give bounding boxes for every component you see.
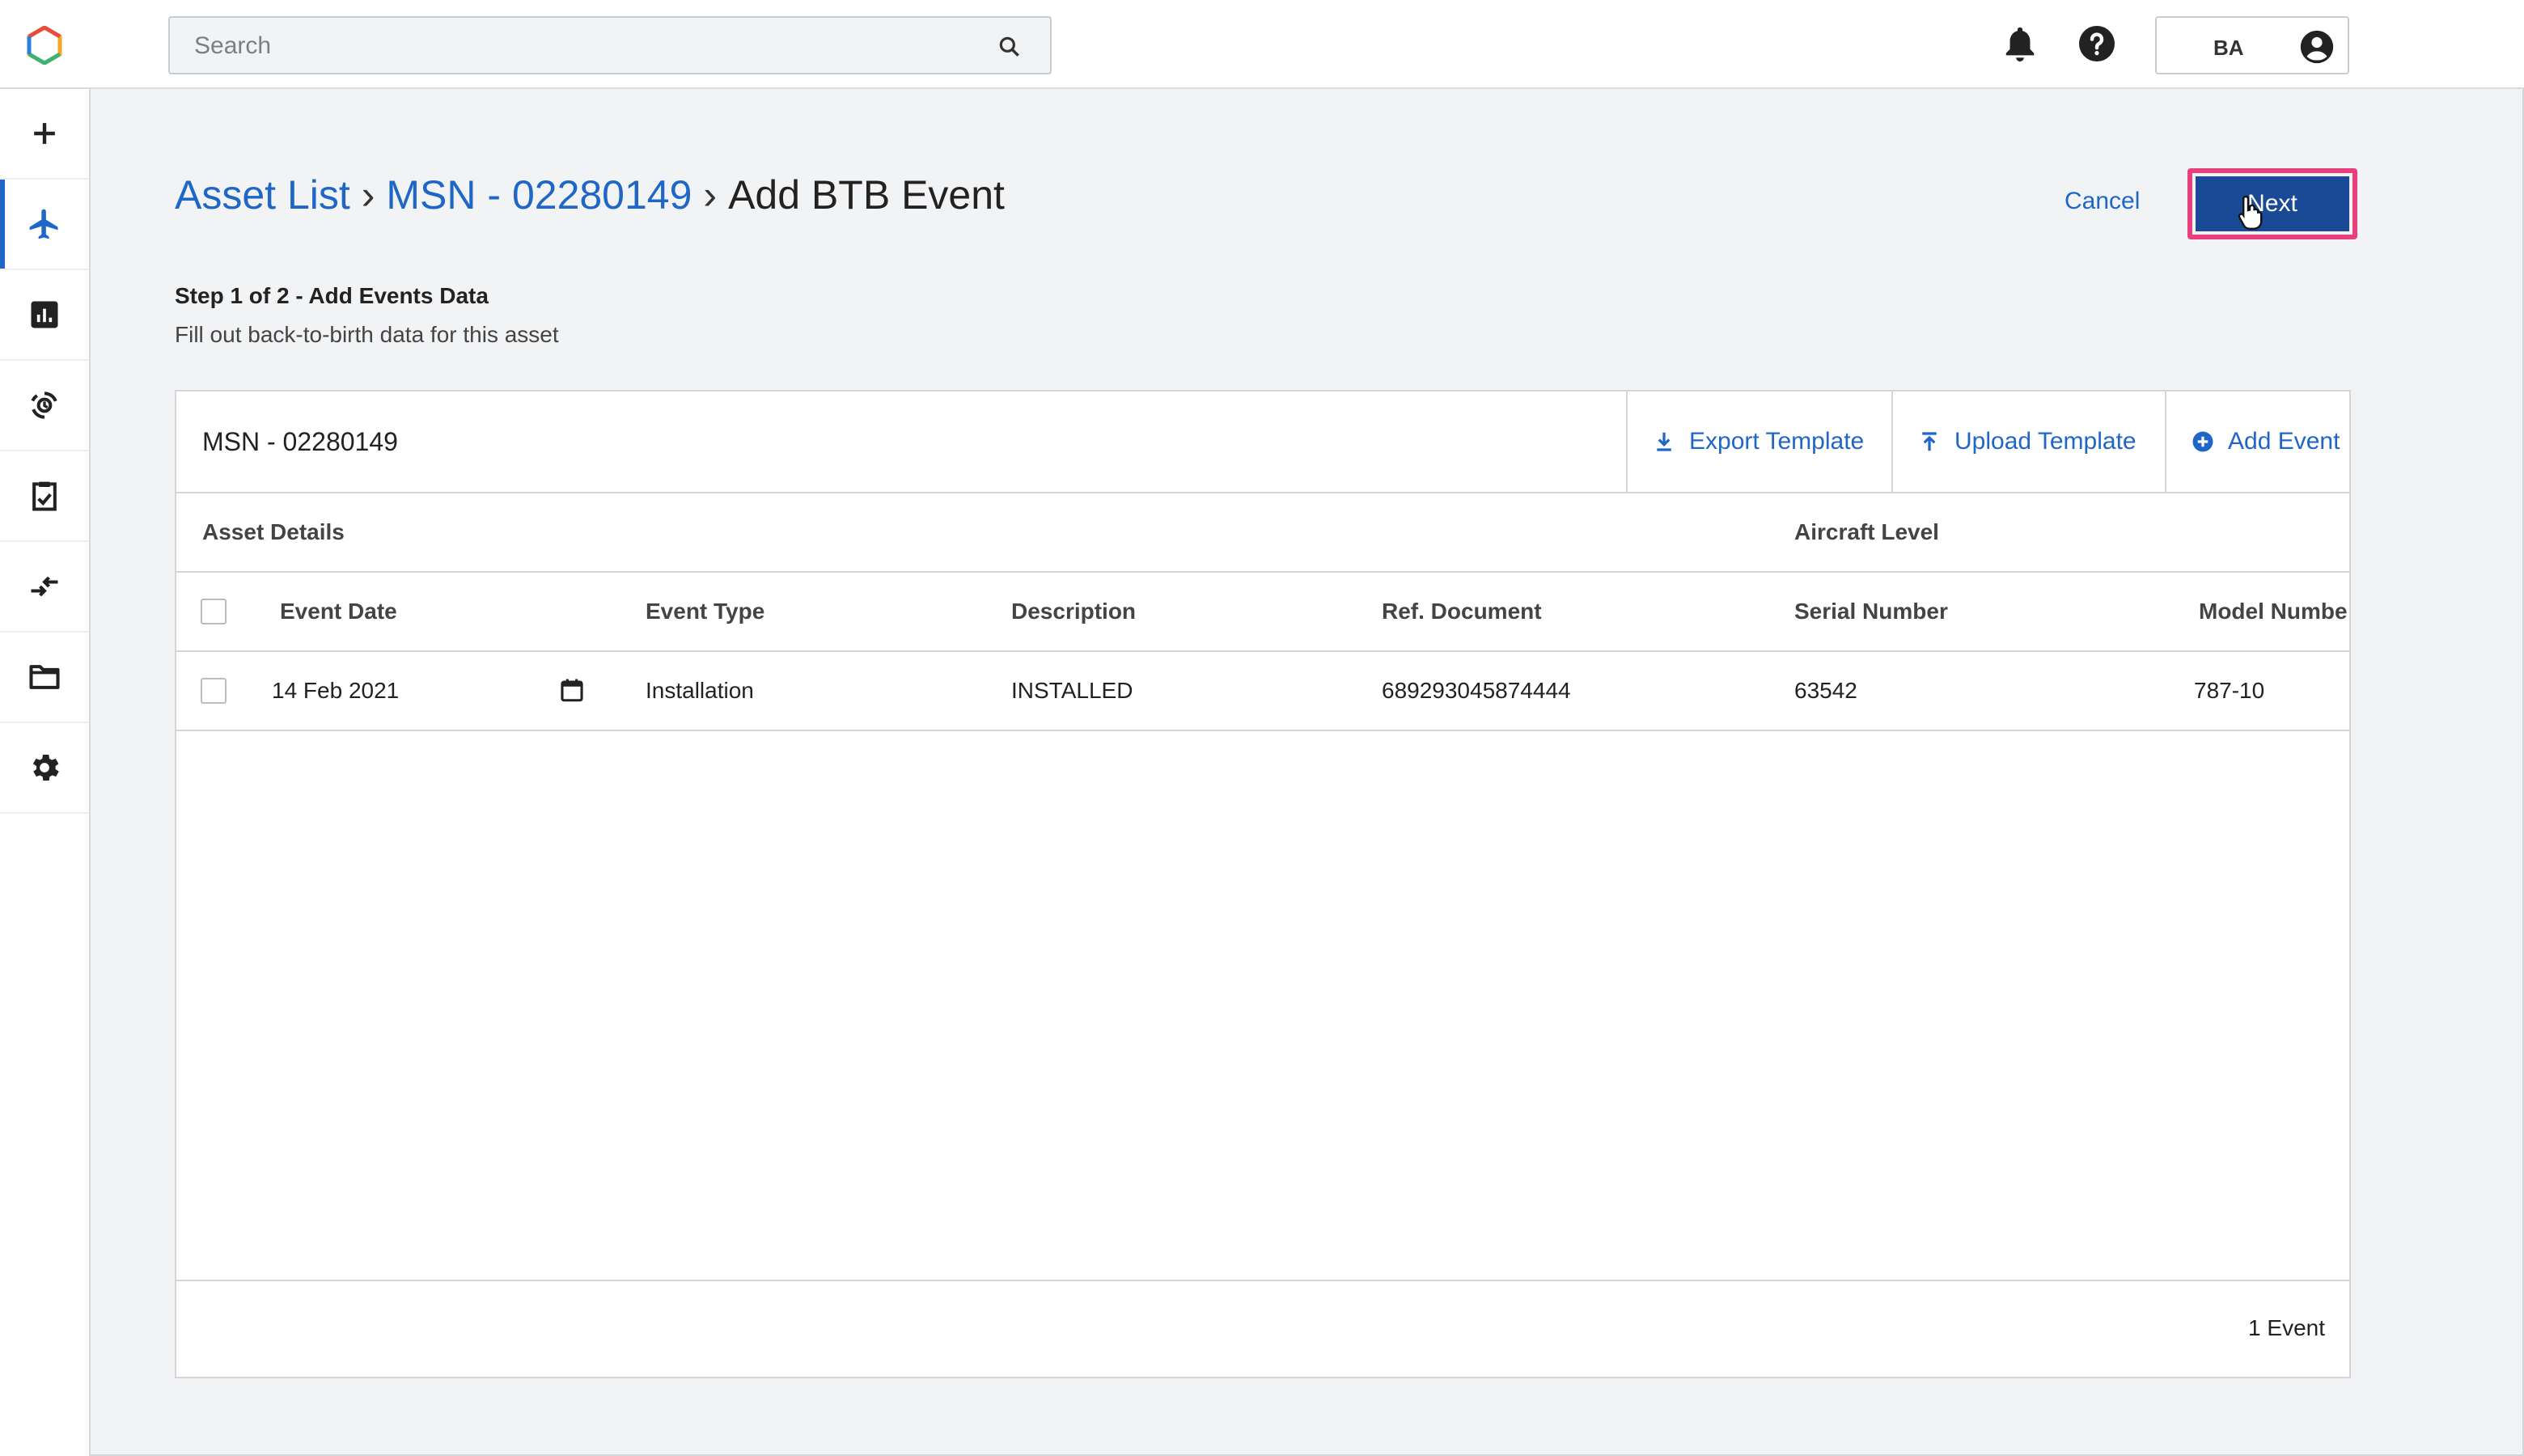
search-placeholder: Search: [194, 32, 272, 59]
sidebar-item-tracking[interactable]: [0, 361, 89, 451]
sidebar-item-reports[interactable]: [0, 270, 89, 361]
step-description: Fill out back-to-birth data for this ass…: [175, 322, 559, 347]
folder-icon: [29, 665, 60, 689]
ref-document-cell[interactable]: 689293045874444: [1382, 678, 1571, 704]
panel-title: MSN - 02280149: [202, 427, 398, 456]
sidebar-item-assets[interactable]: [0, 180, 89, 270]
sidebar-nav: [0, 89, 91, 1456]
app-logo-icon[interactable]: [24, 26, 65, 65]
help-icon[interactable]: [2077, 24, 2116, 63]
model-number-cell[interactable]: 787-10: [2194, 678, 2264, 704]
panel-header: MSN - 02280149 Export Template Upload Te…: [176, 392, 2349, 493]
sidebar-item-documents[interactable]: [0, 633, 89, 723]
column-group-row: Asset Details Aircraft Level: [176, 493, 2349, 573]
events-table-panel: MSN - 02280149 Export Template Upload Te…: [175, 390, 2351, 1378]
group-aircraft-level: Aircraft Level: [1794, 519, 1939, 544]
top-bar: Search BA: [0, 0, 2524, 89]
add-circle-icon: [2192, 431, 2213, 452]
search-icon[interactable]: [997, 34, 1023, 60]
table-footer: 1 Event: [176, 1280, 2349, 1377]
page-title: Add BTB Event: [728, 172, 1005, 218]
export-template-label: Export Template: [1689, 428, 1865, 455]
select-all-checkbox[interactable]: [201, 599, 227, 624]
sync-icon: [31, 392, 57, 419]
user-menu[interactable]: BA: [2155, 16, 2349, 74]
plus-icon: [34, 123, 55, 144]
column-header-description[interactable]: Description: [1011, 599, 1136, 624]
sidebar-item-settings[interactable]: [0, 723, 89, 814]
breadcrumb-separator: ›: [361, 172, 375, 218]
airplane-icon: [29, 209, 58, 239]
column-header-model-number[interactable]: Model Numbe: [2199, 599, 2348, 624]
event-date-cell[interactable]: 14 Feb 2021: [272, 678, 399, 704]
sidebar-item-transfer[interactable]: [0, 542, 89, 633]
breadcrumb-asset-list-link[interactable]: Asset List: [175, 172, 350, 218]
table-row: 14 Feb 2021 Installation INSTALLED 68929…: [176, 652, 2349, 731]
sidebar-item-add[interactable]: [0, 89, 89, 180]
step-title: Step 1 of 2 - Add Events Data: [175, 283, 489, 308]
breadcrumb-separator: ›: [703, 172, 718, 218]
search-input[interactable]: Search: [168, 16, 1052, 74]
serial-number-cell[interactable]: 63542: [1794, 678, 1857, 704]
next-button[interactable]: Next: [2196, 176, 2349, 231]
column-header-event-date[interactable]: Event Date: [280, 599, 397, 624]
hand-cursor-icon: [2238, 195, 2263, 230]
breadcrumb-msn-link[interactable]: MSN - 02280149: [386, 172, 692, 218]
bar-chart-icon: [31, 301, 58, 328]
calendar-icon[interactable]: [558, 676, 586, 704]
user-initials: BA: [2213, 36, 2244, 60]
export-template-button[interactable]: Export Template: [1626, 392, 1891, 492]
cancel-button[interactable]: Cancel: [2065, 188, 2140, 215]
add-event-label: Add Event: [2228, 428, 2340, 455]
gear-icon: [32, 755, 59, 781]
breadcrumb: Asset List › MSN - 02280149 › Add BTB Event: [175, 171, 1005, 218]
upload-template-label: Upload Template: [1954, 428, 2137, 455]
arrows-icon: [31, 576, 58, 597]
row-checkbox[interactable]: [201, 678, 227, 704]
upload-icon: [1922, 432, 1937, 451]
event-count: 1 Event: [2248, 1315, 2325, 1340]
sidebar-item-tasks[interactable]: [0, 451, 89, 542]
download-icon: [1657, 432, 1671, 451]
description-cell[interactable]: INSTALLED: [1011, 678, 1133, 704]
upload-template-button[interactable]: Upload Template: [1891, 392, 2165, 492]
clipboard-check-icon: [32, 481, 57, 511]
column-header-serial-number[interactable]: Serial Number: [1794, 599, 1948, 624]
next-button-highlight: Next: [2187, 168, 2357, 239]
account-circle-icon: [2300, 30, 2334, 64]
notifications-bell-icon[interactable]: [2001, 24, 2039, 65]
add-event-button[interactable]: Add Event: [2165, 392, 2351, 492]
table-header-row: Event Date Event Type Description Ref. D…: [176, 573, 2349, 652]
event-type-cell[interactable]: Installation: [646, 678, 754, 704]
column-header-event-type[interactable]: Event Type: [646, 599, 764, 624]
column-header-ref-document[interactable]: Ref. Document: [1382, 599, 1542, 624]
group-asset-details: Asset Details: [202, 519, 345, 544]
